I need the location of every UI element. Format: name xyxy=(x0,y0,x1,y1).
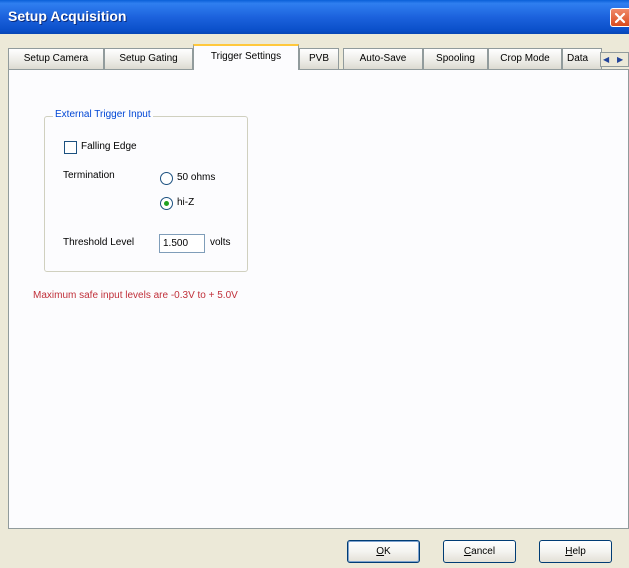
tab-setup-camera[interactable]: Setup Camera xyxy=(8,48,104,69)
ok-button-label: K xyxy=(384,546,391,557)
external-trigger-group xyxy=(44,116,248,272)
tab-label: Trigger Settings xyxy=(210,51,282,62)
radio-hi-z[interactable] xyxy=(160,197,173,210)
tab-trigger-settings[interactable]: Trigger Settings xyxy=(193,44,299,70)
scroll-left-icon[interactable]: ◀ xyxy=(603,54,609,65)
tab-label: Crop Mode xyxy=(500,53,550,64)
threshold-unit-label: volts xyxy=(210,237,231,248)
tab-crop-mode[interactable]: Crop Mode xyxy=(488,48,562,69)
ok-button-mnemonic: O xyxy=(376,546,385,557)
warning-text: Maximum safe input levels are -0.3V to +… xyxy=(33,290,238,301)
radio-50-ohms-label[interactable]: 50 ohms xyxy=(177,172,215,183)
falling-edge-label[interactable]: Falling Edge xyxy=(81,141,137,152)
close-icon xyxy=(614,12,626,24)
radio-50-ohms[interactable] xyxy=(160,172,173,185)
cancel-button-label: ancel xyxy=(471,546,496,557)
window-title: Setup Acquisition xyxy=(8,8,127,24)
radio-hi-z-label[interactable]: hi-Z xyxy=(177,197,194,208)
help-button-label: elp xyxy=(572,546,586,557)
tab-label: Auto-Save xyxy=(359,53,407,64)
termination-label: Termination xyxy=(63,170,115,181)
tab-scroll-buttons: ◀ ▶ xyxy=(600,52,629,67)
tab-auto-save[interactable]: Auto-Save xyxy=(343,48,423,69)
falling-edge-checkbox[interactable] xyxy=(64,141,77,154)
cancel-button[interactable]: Cancel xyxy=(443,540,516,563)
tab-label: Data xyxy=(567,53,589,64)
tab-label: Spooling xyxy=(436,53,475,64)
tab-setup-gating[interactable]: Setup Gating xyxy=(104,48,193,69)
tab-label: Setup Camera xyxy=(23,53,89,64)
close-button[interactable] xyxy=(610,8,629,27)
tab-strip: Setup Camera Setup Gating Trigger Settin… xyxy=(8,44,629,70)
setup-acquisition-window: Setup Acquisition Setup Camera Setup Gat… xyxy=(0,0,629,568)
ok-button[interactable]: OK xyxy=(347,540,420,563)
title-bar[interactable]: Setup Acquisition xyxy=(0,0,629,34)
group-title: External Trigger Input xyxy=(53,109,153,120)
threshold-level-label: Threshold Level xyxy=(63,237,135,248)
tab-label: Setup Gating xyxy=(119,53,178,64)
tab-label: PVB xyxy=(308,53,329,64)
threshold-level-input[interactable]: 1.500 xyxy=(159,234,205,253)
tab-pvb[interactable]: PVB xyxy=(299,48,339,69)
tab-data[interactable]: Data xyxy=(562,48,602,69)
help-button[interactable]: Help xyxy=(539,540,612,563)
tab-spooling[interactable]: Spooling xyxy=(423,48,488,69)
radio-selected-dot xyxy=(164,201,169,206)
scroll-right-icon[interactable]: ▶ xyxy=(617,54,623,65)
